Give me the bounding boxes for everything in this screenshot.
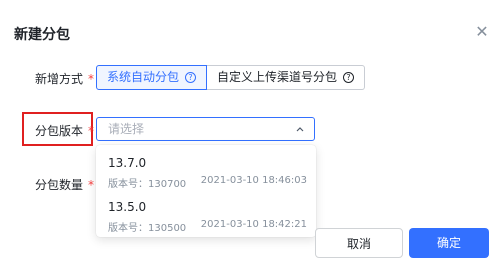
version-option[interactable]: 13.5.0 版本号：130500 2021-03-10 18:42:21 — [96, 192, 316, 236]
version-option-code: 版本号：130700 — [108, 179, 187, 190]
required-mark: * — [88, 72, 95, 86]
version-option-time: 2021-03-10 18:42:21 — [200, 219, 307, 230]
count-label-text: 分包数量 — [35, 178, 84, 192]
version-option-name: 13.5.0 — [108, 200, 147, 214]
version-label-text: 分包版本 — [35, 124, 84, 138]
required-mark: * — [88, 124, 95, 138]
version-label: 分包版本 * — [35, 122, 94, 139]
confirm-button[interactable]: 确定 — [409, 228, 489, 258]
question-circle-icon[interactable]: ? — [343, 72, 355, 83]
version-option-name: 13.7.0 — [108, 156, 147, 170]
mode-label-text: 新增方式 — [35, 72, 84, 86]
question-circle-icon[interactable]: ? — [185, 72, 197, 83]
mode-label: 新增方式 * — [35, 70, 94, 87]
required-mark: * — [88, 178, 95, 192]
cancel-button[interactable]: 取消 — [315, 228, 403, 258]
dialog-title: 新建分包 — [14, 27, 70, 43]
version-option-time: 2021-03-10 18:46:03 — [200, 175, 307, 186]
version-option-code: 版本号：130500 — [108, 223, 187, 234]
mode-option-label: 自定义上传渠道号分包 — [217, 70, 338, 84]
version-select-placeholder: 请选择 — [108, 122, 145, 136]
chevron-up-icon — [296, 127, 304, 132]
count-label: 分包数量 * — [35, 176, 94, 193]
mode-option-auto[interactable]: 系统自动分包 ? — [96, 65, 208, 90]
mode-option-custom[interactable]: 自定义上传渠道号分包 ? — [207, 65, 366, 90]
version-option[interactable]: 13.7.0 版本号：130700 2021-03-10 18:46:03 — [96, 148, 316, 192]
mode-segmented-control: 系统自动分包 ? 自定义上传渠道号分包 ? — [96, 65, 366, 90]
mode-option-label: 系统自动分包 — [107, 70, 180, 84]
version-dropdown: 13.7.0 版本号：130700 2021-03-10 18:46:03 13… — [96, 145, 316, 237]
close-icon[interactable]: ✕ — [474, 24, 490, 40]
version-select[interactable]: 请选择 — [96, 117, 315, 141]
